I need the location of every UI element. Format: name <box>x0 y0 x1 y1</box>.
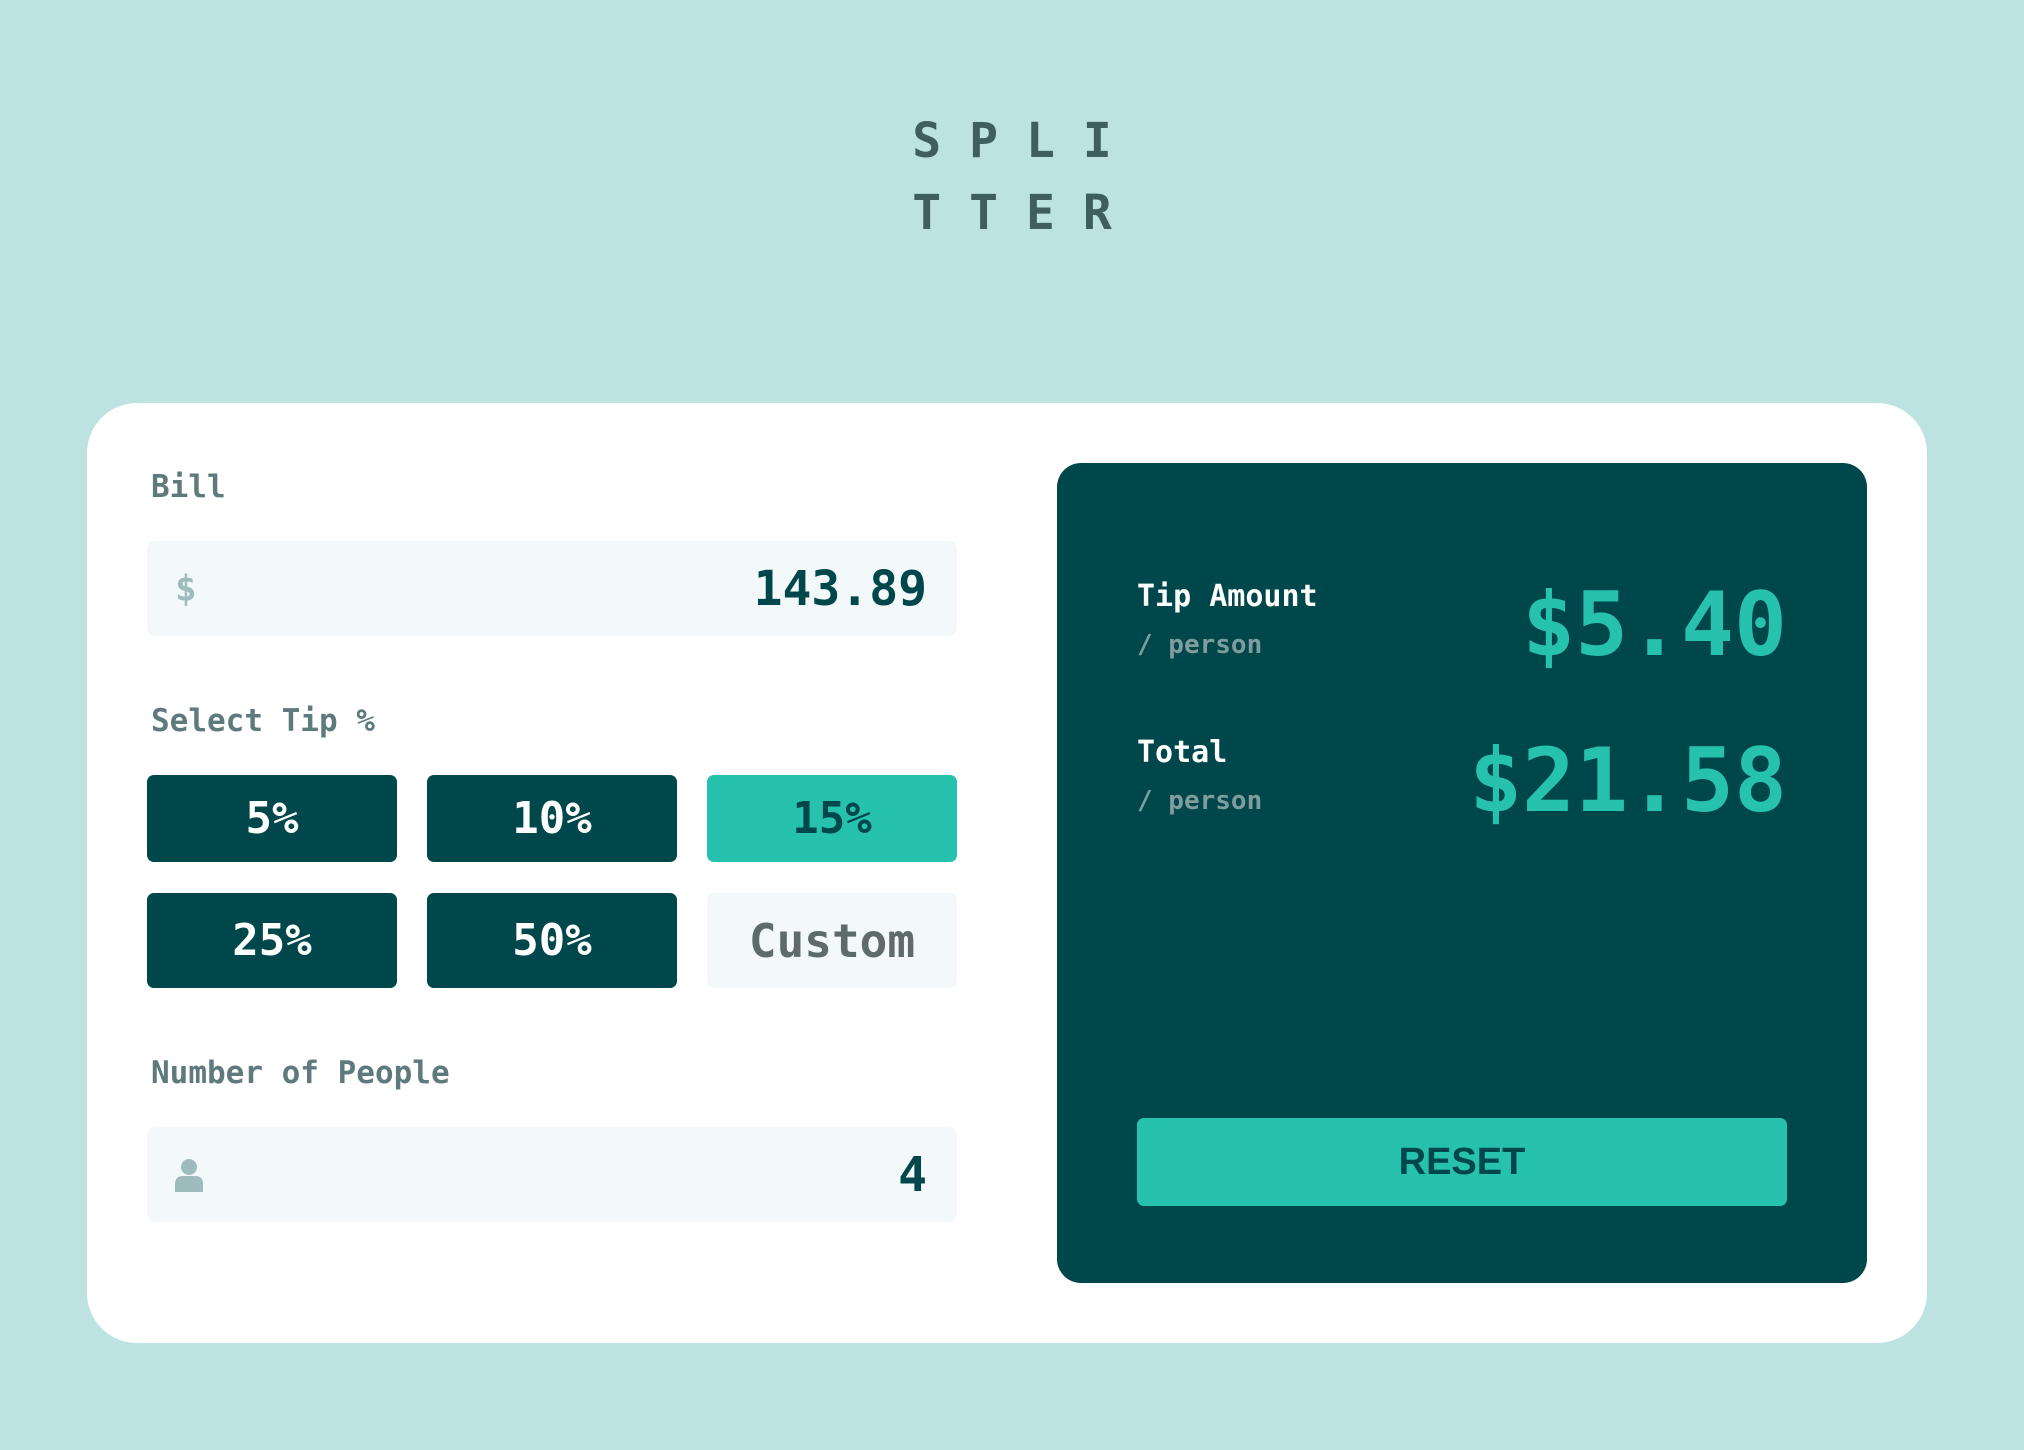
tip-label: Select Tip % <box>151 703 375 739</box>
custom-tip-input[interactable]: Custom <box>707 893 957 988</box>
bill-input[interactable]: $ 143.89 <box>147 541 957 636</box>
tip-button-25[interactable]: 25% <box>147 893 397 988</box>
total-value: $21.58 <box>1469 729 1787 832</box>
tip-amount-sublabel: / person <box>1137 630 1263 660</box>
people-label: Number of People <box>151 1055 450 1091</box>
result-panel: Tip Amount / person $5.40 Total / person… <box>1057 463 1867 1283</box>
tip-button-5[interactable]: 5% <box>147 775 397 862</box>
person-icon <box>175 1158 203 1192</box>
tip-amount-value: $5.40 <box>1522 573 1787 676</box>
people-input[interactable]: 4 <box>147 1127 957 1222</box>
total-sublabel: / person <box>1137 786 1263 816</box>
bill-value[interactable]: 143.89 <box>754 561 927 617</box>
tip-button-10[interactable]: 10% <box>427 775 677 862</box>
app-logo: SPLI TTER <box>0 105 2024 249</box>
tip-button-50[interactable]: 50% <box>427 893 677 988</box>
calculator-card: Bill $ 143.89 Select Tip % 5% 10% 15% 25… <box>87 403 1927 1343</box>
bill-label: Bill <box>151 469 226 505</box>
logo-line-2: TTER <box>912 185 1140 241</box>
reset-button[interactable]: RESET <box>1137 1118 1787 1206</box>
people-value[interactable]: 4 <box>898 1147 927 1203</box>
dollar-icon: $ <box>175 568 197 609</box>
logo-line-1: SPLI <box>912 113 1140 169</box>
tip-amount-label: Tip Amount <box>1137 579 1318 614</box>
tip-button-15[interactable]: 15% <box>707 775 957 862</box>
total-label: Total <box>1137 735 1228 770</box>
